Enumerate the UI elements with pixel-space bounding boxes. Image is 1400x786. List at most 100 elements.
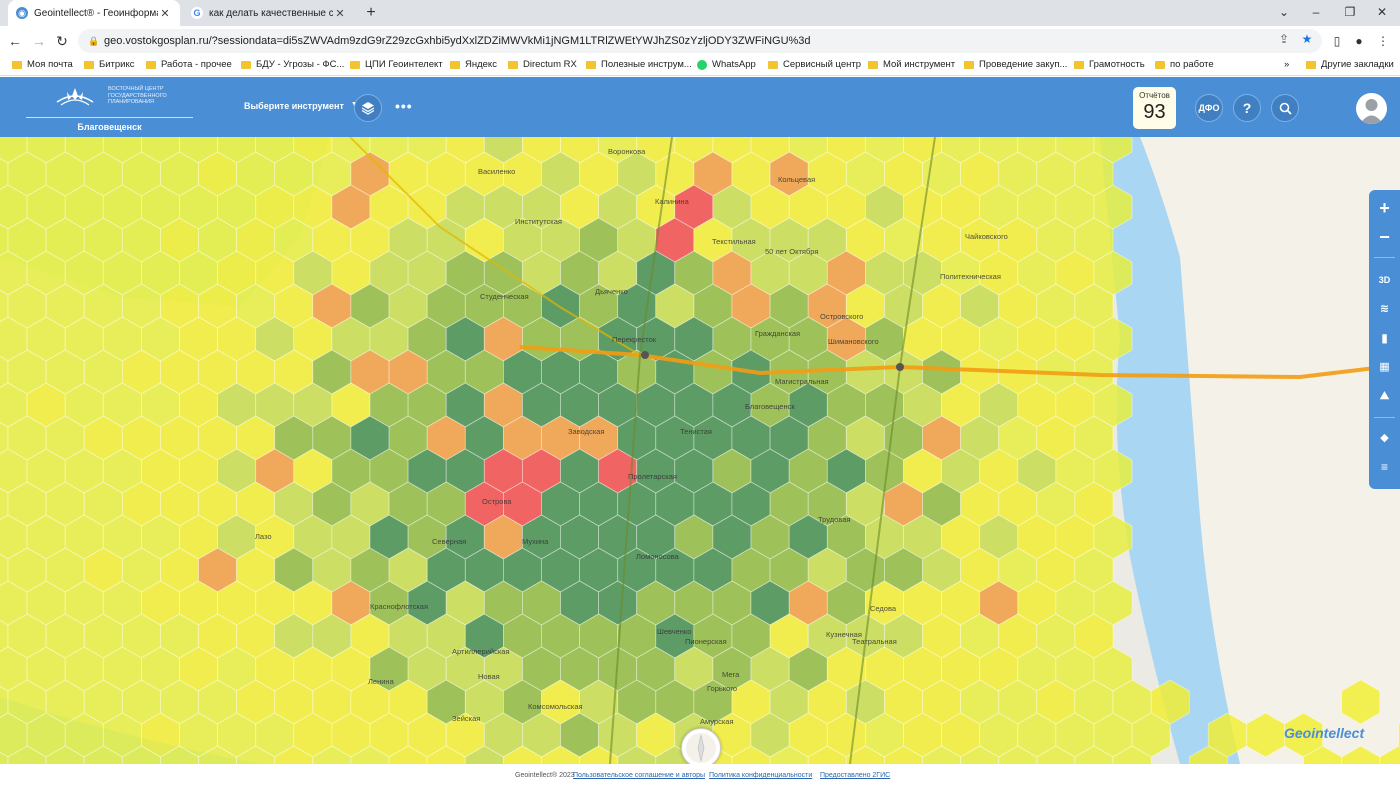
- folder-icon: [241, 60, 251, 69]
- zoom-in-button[interactable]: +: [1369, 196, 1400, 220]
- bookmark-item[interactable]: Directum RX: [508, 59, 577, 70]
- lock-icon[interactable]: 🔒: [88, 36, 99, 47]
- street-label: Шимановского: [828, 337, 879, 346]
- junction-marker: [641, 351, 649, 359]
- bookmark-item[interactable]: Битрикс: [84, 59, 135, 70]
- bookmark-item[interactable]: Проведение закуп...: [964, 59, 1067, 70]
- bookmarks-bar: Моя почта Битрикс Работа - прочее БДУ - …: [0, 56, 1400, 76]
- city-name[interactable]: Благовещенск: [26, 122, 193, 132]
- hex-map[interactable]: Воронкова Калинина Институтская Василенко Те…: [0, 137, 1400, 764]
- bookmark-item[interactable]: Работа - прочее: [146, 59, 232, 70]
- layers-icon: [361, 102, 375, 115]
- close-tab-icon[interactable]: ✕: [158, 7, 172, 20]
- chart-icon[interactable]: ⛰: [1369, 384, 1400, 408]
- building-icon[interactable]: ▦: [1369, 355, 1400, 379]
- folder-icon: [12, 60, 22, 69]
- street-label: Гражданская: [755, 329, 801, 338]
- address-bar[interactable]: 🔒 geo.vostokgosplan.ru/?sessiondata=di5s…: [78, 29, 1322, 53]
- search-icon: [1279, 102, 1292, 115]
- toolbar-divider: [1374, 257, 1395, 258]
- bookmark-item[interactable]: ЦПИ Геоинтелект: [350, 59, 443, 70]
- side-panel-icon[interactable]: ▯: [1328, 32, 1346, 50]
- street-label: Комсомольская: [528, 702, 583, 711]
- close-tab-icon[interactable]: ✕: [333, 7, 347, 20]
- district-button[interactable]: ДФО: [1195, 94, 1223, 122]
- street-label: Магистральная: [775, 377, 829, 386]
- wind-icon[interactable]: ≋: [1369, 297, 1400, 321]
- tab-geointellect[interactable]: ◉ Geointellect® - Геоинформаци ✕: [8, 0, 180, 26]
- folder-icon: [146, 60, 156, 69]
- app-header: ВОСТОЧНЫЙ ЦЕНТР ГОСУДАРСТВЕННОГО ПЛАНИРО…: [0, 77, 1400, 137]
- zoom-out-button[interactable]: −: [1369, 225, 1400, 249]
- search-button[interactable]: [1271, 94, 1299, 122]
- folder-icon: [84, 60, 94, 69]
- street-label: Острова: [482, 497, 512, 506]
- reload-button[interactable]: ↻: [53, 32, 71, 50]
- street-label: Кольцевая: [778, 175, 816, 184]
- close-window-button[interactable]: ✕: [1372, 3, 1392, 21]
- footer: Geointellect® 2023 Пользовательское согл…: [0, 764, 1400, 786]
- bookmark-item[interactable]: по работе: [1155, 59, 1214, 70]
- agreement-link[interactable]: Пользовательское соглашение и авторы: [573, 772, 705, 779]
- street-label: Ломоносова: [636, 552, 679, 561]
- street-label: Новая: [478, 672, 500, 681]
- bookmark-item[interactable]: Полезные инструм...: [586, 59, 692, 70]
- folder-icon: [964, 60, 974, 69]
- street-label: Зейская: [452, 714, 481, 723]
- user-avatar[interactable]: [1356, 93, 1387, 124]
- menu-kebab-icon[interactable]: ⋮: [1374, 32, 1392, 50]
- compass-button[interactable]: [681, 728, 721, 768]
- street-label: Мега: [722, 670, 740, 679]
- folder-icon: [768, 60, 778, 69]
- layers-stack-icon[interactable]: ≡: [1369, 455, 1400, 479]
- forward-button[interactable]: →: [30, 32, 48, 50]
- help-button[interactable]: ?: [1233, 94, 1261, 122]
- reports-counter[interactable]: Отчётов 93: [1133, 87, 1176, 129]
- bookmark-item[interactable]: БДУ - Угрозы - ФС...: [241, 59, 344, 70]
- tab-search[interactable]: G как делать качественные снимк ✕: [183, 0, 355, 26]
- back-button[interactable]: ←: [6, 32, 24, 50]
- bookmark-item[interactable]: Яндекс: [450, 59, 497, 70]
- bookmark-item[interactable]: Сервисный центр: [768, 59, 861, 70]
- eraser-icon[interactable]: ◆: [1369, 426, 1400, 450]
- street-label: Шевченко: [657, 627, 692, 636]
- folder-icon: [1306, 60, 1316, 69]
- traffic-light-icon[interactable]: ▮: [1369, 326, 1400, 350]
- more-options-button[interactable]: •••: [395, 98, 413, 114]
- bookmark-item[interactable]: Моя почта: [12, 59, 73, 70]
- street-label: Трудовая: [818, 515, 851, 524]
- layers-button[interactable]: [354, 94, 382, 122]
- street-label: Калинина: [655, 197, 689, 206]
- tab-search-chevron-icon[interactable]: ⌄: [1274, 3, 1294, 21]
- hex-map-canvas[interactable]: [0, 137, 1400, 764]
- street-label: Островского: [820, 312, 864, 321]
- geointellect-watermark: Geointellect: [1284, 725, 1365, 741]
- 3d-mode-button[interactable]: 3D: [1369, 268, 1400, 292]
- street-label: Благовещенск: [745, 402, 795, 411]
- privacy-link[interactable]: Политика конфиденциальности: [709, 772, 812, 779]
- street-label: Перекресток: [612, 335, 657, 344]
- provider-link[interactable]: Предоставлено 2ГИС: [820, 772, 890, 779]
- folder-icon: [350, 60, 360, 69]
- minimize-button[interactable]: –: [1306, 3, 1326, 21]
- profile-icon[interactable]: ●: [1350, 32, 1368, 50]
- bookmark-whatsapp[interactable]: WhatsApp: [697, 59, 756, 70]
- bookmark-item[interactable]: Мой инструмент: [868, 59, 955, 70]
- folder-icon: [586, 60, 596, 69]
- share-icon[interactable]: ⇪: [1276, 32, 1292, 46]
- street-label: Артиллерийская: [452, 647, 510, 656]
- google-favicon-icon: G: [191, 7, 203, 19]
- street-label: Институтская: [515, 217, 562, 226]
- more-bookmarks-icon[interactable]: »: [1284, 59, 1289, 70]
- junction-marker: [896, 363, 904, 371]
- new-tab-button[interactable]: +: [362, 4, 380, 22]
- bookmark-star-icon[interactable]: ★: [1299, 32, 1315, 46]
- street-label: Заводская: [568, 427, 605, 436]
- geointellect-favicon-icon: ◉: [16, 7, 28, 19]
- bookmark-item[interactable]: Грамотность: [1074, 59, 1145, 70]
- tool-select-dropdown[interactable]: Выберите инструмент ▼: [244, 101, 358, 112]
- reports-label: Отчётов: [1139, 91, 1170, 100]
- url-text: geo.vostokgosplan.ru/?sessiondata=di5sZW…: [104, 35, 811, 47]
- bookmark-other[interactable]: Другие закладки: [1306, 59, 1394, 70]
- restore-button[interactable]: ❐: [1340, 3, 1360, 21]
